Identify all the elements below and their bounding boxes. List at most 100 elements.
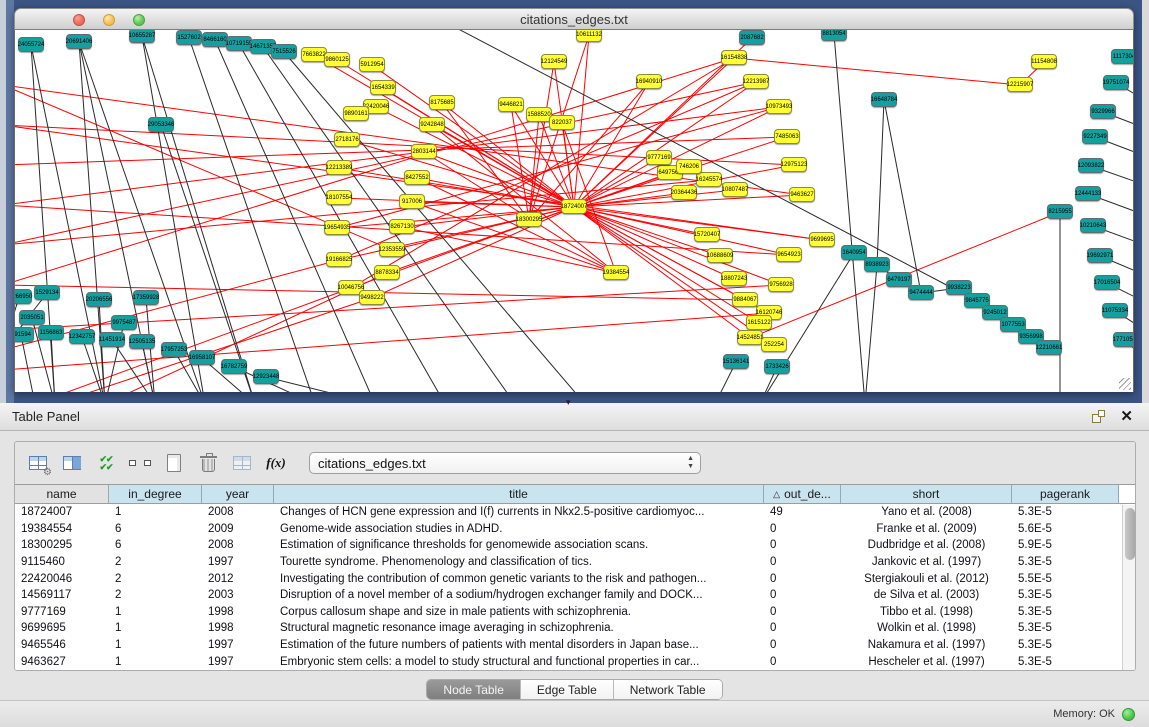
graph-node[interactable]: 6479197: [886, 272, 912, 287]
table-cell[interactable]: 1997: [202, 656, 274, 668]
graph-node[interactable]: 1529134: [34, 285, 60, 300]
table-row[interactable]: 946554611997Estimation of the future num…: [15, 637, 1136, 654]
function-builder-icon[interactable]: f(x): [261, 449, 291, 477]
table-cell[interactable]: 5.3E-5: [1012, 606, 1119, 618]
graph-node[interactable]: 15136141: [723, 354, 749, 369]
graph-node[interactable]: 7485063: [774, 129, 800, 144]
graph-node[interactable]: 19166825: [326, 252, 352, 267]
table-cell[interactable]: Estimation of significance thresholds fo…: [274, 539, 764, 551]
table-row[interactable]: 946362711997Embryonic stem cells: a mode…: [15, 653, 1136, 670]
column-header-year[interactable]: year: [202, 485, 274, 503]
table-row[interactable]: 969969511998Structural magnetic resonanc…: [15, 620, 1136, 637]
graph-node[interactable]: 9777169: [646, 150, 672, 165]
graph-node[interactable]: 5912954: [359, 57, 385, 72]
graph-node[interactable]: 19384554: [603, 265, 629, 280]
float-panel-icon[interactable]: [1092, 410, 1105, 423]
graph-node[interactable]: 8215955: [1047, 204, 1073, 219]
graph-node[interactable]: 12124549: [541, 54, 567, 69]
graph-node[interactable]: 16154838: [721, 50, 747, 65]
graph-node[interactable]: 12210661: [1036, 340, 1062, 355]
table-cell[interactable]: 1: [109, 506, 202, 518]
table-cell[interactable]: 1998: [202, 622, 274, 634]
graph-node[interactable]: 16958107: [189, 350, 215, 365]
table-cell[interactable]: 2: [109, 589, 202, 601]
table-cell[interactable]: 5.9E-5: [1012, 539, 1119, 551]
table-cell[interactable]: Tibbo et al. (1998): [841, 606, 1012, 618]
table-cell[interactable]: Wolkin et al. (1998): [841, 622, 1012, 634]
table-cell[interactable]: 5.3E-5: [1012, 589, 1119, 601]
table-row[interactable]: 1938455462009Genome-wide association stu…: [15, 521, 1136, 538]
graph-node[interactable]: 1615122: [746, 315, 772, 330]
table-cell[interactable]: Disruption of a novel member of a sodium…: [274, 589, 764, 601]
table-cell[interactable]: 1997: [202, 639, 274, 651]
graph-node[interactable]: 10807487: [722, 182, 748, 197]
graph-node[interactable]: 917006: [399, 194, 425, 209]
table-cell[interactable]: 5.3E-5: [1012, 622, 1119, 634]
graph-node[interactable]: 16648784: [871, 92, 897, 107]
graph-node[interactable]: 10973493: [766, 99, 792, 114]
graph-node[interactable]: 20206556: [86, 292, 112, 307]
graph-node[interactable]: 11075334: [1102, 303, 1128, 318]
graph-node[interactable]: 9463627: [789, 187, 815, 202]
column-header-title[interactable]: title: [274, 485, 764, 503]
graph-node[interactable]: 10611132: [576, 30, 602, 42]
graph-node[interactable]: 9975487: [111, 315, 137, 330]
graph-node[interactable]: 10688609: [707, 248, 733, 263]
graph-node[interactable]: 29053346: [148, 117, 174, 132]
delete-column-icon[interactable]: [193, 449, 223, 477]
table-cell[interactable]: 2: [109, 556, 202, 568]
scrollbar-thumb[interactable]: [1125, 508, 1135, 560]
graph-node[interactable]: 12975123: [781, 157, 807, 172]
table-cell[interactable]: 2009: [202, 523, 274, 535]
graph-node[interactable]: 17016504: [1094, 275, 1120, 290]
graph-node[interactable]: 9884067: [732, 292, 758, 307]
table-cell[interactable]: Genome-wide association studies in ADHD.: [274, 523, 764, 535]
graph-node[interactable]: 391594: [14, 327, 34, 342]
graph-node[interactable]: 18807243: [721, 271, 747, 286]
graph-node[interactable]: 10655287: [129, 30, 155, 43]
graph-node[interactable]: 9654923: [776, 247, 802, 262]
table-cell[interactable]: 14569117: [15, 589, 109, 601]
table-cell[interactable]: 49: [764, 506, 841, 518]
splitter-handle-icon[interactable]: ▾: [566, 397, 571, 408]
table-row[interactable]: 1872400712008Changes of HCN gene express…: [15, 504, 1136, 521]
table-cell[interactable]: 5.3E-5: [1012, 639, 1119, 651]
graph-node[interactable]: 252254: [761, 337, 787, 352]
graph-node[interactable]: 24055724: [18, 37, 44, 52]
column-header-in_degree[interactable]: in_degree: [109, 485, 202, 503]
graph-node[interactable]: 12923448: [253, 369, 279, 384]
graph-node[interactable]: 822037: [549, 115, 575, 130]
graph-node[interactable]: 19692971: [1087, 248, 1113, 263]
graph-node[interactable]: 2087682: [739, 30, 765, 45]
graph-node[interactable]: 9446821: [498, 97, 524, 112]
graph-node[interactable]: 9474444: [908, 285, 934, 300]
table-cell[interactable]: 1: [109, 622, 202, 634]
graph-node[interactable]: 18724007: [561, 199, 587, 214]
table-cell[interactable]: 5.3E-5: [1012, 556, 1119, 568]
graph-node[interactable]: 11451914: [99, 332, 125, 347]
graph-node[interactable]: 17710553: [1113, 332, 1134, 347]
column-header-out_de[interactable]: △out_de...: [764, 485, 841, 503]
graph-node[interactable]: 7515526: [271, 44, 297, 59]
table-cell[interactable]: 18300295: [15, 539, 109, 551]
table-cell[interactable]: 0: [764, 556, 841, 568]
tab-edge-table[interactable]: Edge Table: [521, 680, 614, 699]
table-cell[interactable]: 6: [109, 539, 202, 551]
table-cell[interactable]: 9777169: [15, 606, 109, 618]
graph-node[interactable]: 18107554: [326, 190, 352, 205]
graph-node[interactable]: 9329966: [1090, 104, 1116, 119]
graph-node[interactable]: 9756928: [768, 277, 794, 292]
resize-grip-icon[interactable]: [1119, 378, 1131, 390]
table-cell[interactable]: 1: [109, 606, 202, 618]
table-cell[interactable]: 2012: [202, 573, 274, 585]
graph-node[interactable]: 2035051: [19, 310, 45, 325]
table-cell[interactable]: Yano et al. (2008): [841, 506, 1012, 518]
table-row[interactable]: 1456911722003Disruption of a novel membe…: [15, 587, 1136, 604]
table-cell[interactable]: Dudbridge et al. (2008): [841, 539, 1012, 551]
show-columns-icon[interactable]: [57, 449, 87, 477]
graph-node[interactable]: 10719155: [226, 36, 252, 51]
table-cell[interactable]: Investigating the contribution of common…: [274, 573, 764, 585]
table-cell[interactable]: 2: [109, 573, 202, 585]
graph-node[interactable]: 8427552: [404, 170, 430, 185]
table-cell[interactable]: 9115460: [15, 556, 109, 568]
